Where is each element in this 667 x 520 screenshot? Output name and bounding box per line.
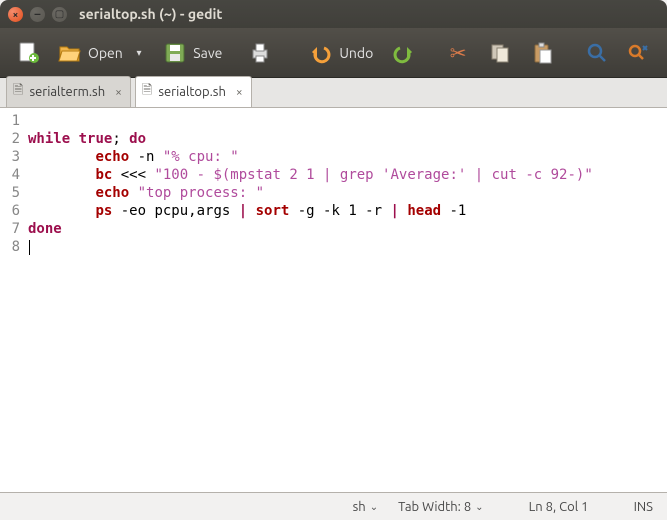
code-line: bc <<< "100 - $(mpstat 2 1 | grep 'Avera…: [28, 166, 659, 184]
document-icon: 🗎: [142, 81, 152, 103]
line-number: 8: [0, 238, 20, 256]
tab-label: serialterm.sh: [29, 85, 105, 99]
window-title: serialtop.sh (~) - gedit: [79, 6, 222, 22]
line-number: 5: [0, 184, 20, 202]
mode-label: INS: [634, 500, 653, 514]
tabwidth-label: Tab Width: 8: [398, 500, 471, 514]
search-replace-icon: [627, 41, 651, 65]
maximize-icon[interactable]: ▢: [52, 7, 67, 22]
line-number: 7: [0, 220, 20, 238]
code-line: [28, 238, 659, 256]
language-selector[interactable]: sh ⌄: [353, 500, 378, 514]
undo-label: Undo: [339, 45, 373, 61]
code-line: while true; do: [28, 130, 659, 148]
open-dropdown[interactable]: ▾: [133, 42, 145, 64]
tab-label: serialtop.sh: [158, 85, 226, 99]
close-icon[interactable]: ×: [115, 86, 122, 99]
close-icon[interactable]: ×: [8, 7, 23, 22]
undo-icon: [309, 41, 333, 65]
find-replace-button[interactable]: [619, 36, 659, 70]
scissors-icon: ✂: [446, 41, 470, 65]
language-label: sh: [353, 500, 366, 514]
code-line: echo "top process: ": [28, 184, 659, 202]
folder-open-icon: [58, 41, 82, 65]
line-number: 1: [0, 112, 20, 130]
line-number: 6: [0, 202, 20, 220]
tabstrip: 🗎 serialterm.sh × 🗎 serialtop.sh ×: [0, 78, 667, 108]
new-file-icon: [16, 41, 40, 65]
save-label: Save: [193, 45, 222, 61]
code-line: [28, 112, 659, 130]
new-file-button[interactable]: [8, 36, 48, 70]
tabwidth-selector[interactable]: Tab Width: 8 ⌄: [398, 500, 483, 514]
window-controls: × ‒ ▢: [8, 7, 67, 22]
tab-serialterm[interactable]: 🗎 serialterm.sh ×: [6, 76, 131, 107]
document-icon: 🗎: [13, 81, 23, 103]
save-button[interactable]: Save: [155, 36, 230, 70]
line-number: 3: [0, 148, 20, 166]
line-gutter: 1 2 3 4 5 6 7 8: [0, 108, 24, 492]
line-number: 4: [0, 166, 20, 184]
copy-button[interactable]: [480, 36, 520, 70]
redo-button[interactable]: [383, 36, 423, 70]
line-number: 2: [0, 130, 20, 148]
clipboard-icon: [530, 41, 554, 65]
editor-area[interactable]: 1 2 3 4 5 6 7 8 while true; do echo -n "…: [0, 108, 667, 492]
cut-button[interactable]: ✂: [438, 36, 478, 70]
find-button[interactable]: [577, 36, 617, 70]
chevron-down-icon: ⌄: [370, 501, 378, 513]
paste-button[interactable]: [522, 36, 562, 70]
position-label: Ln 8, Col 1: [529, 500, 589, 514]
titlebar: × ‒ ▢ serialtop.sh (~) - gedit: [0, 0, 667, 28]
minimize-icon[interactable]: ‒: [30, 7, 45, 22]
code-line: ps -eo pcpu,args | sort -g -k 1 -r | hea…: [28, 202, 659, 220]
close-icon[interactable]: ×: [236, 86, 243, 99]
chevron-down-icon: ⌄: [475, 501, 483, 513]
print-button[interactable]: [240, 36, 280, 70]
undo-button[interactable]: Undo: [301, 36, 381, 70]
copy-icon: [488, 41, 512, 65]
printer-icon: [248, 41, 272, 65]
insert-mode[interactable]: INS: [634, 500, 653, 514]
statusbar: sh ⌄ Tab Width: 8 ⌄ Ln 8, Col 1 INS: [0, 492, 667, 520]
code-area[interactable]: while true; do echo -n "% cpu: " bc <<< …: [24, 108, 667, 492]
search-icon: [585, 41, 609, 65]
tab-serialtop[interactable]: 🗎 serialtop.sh ×: [135, 76, 252, 107]
chevron-down-icon: ▾: [136, 47, 141, 59]
open-label: Open: [88, 45, 123, 61]
cursor-position: Ln 8, Col 1: [504, 500, 614, 514]
redo-icon: [391, 41, 415, 65]
text-cursor: [29, 240, 30, 255]
main-toolbar: Open ▾ Save Undo ✂: [0, 28, 667, 78]
code-line: echo -n "% cpu: ": [28, 148, 659, 166]
open-button[interactable]: Open: [50, 36, 131, 70]
floppy-save-icon: [163, 41, 187, 65]
code-line: done: [28, 220, 659, 238]
